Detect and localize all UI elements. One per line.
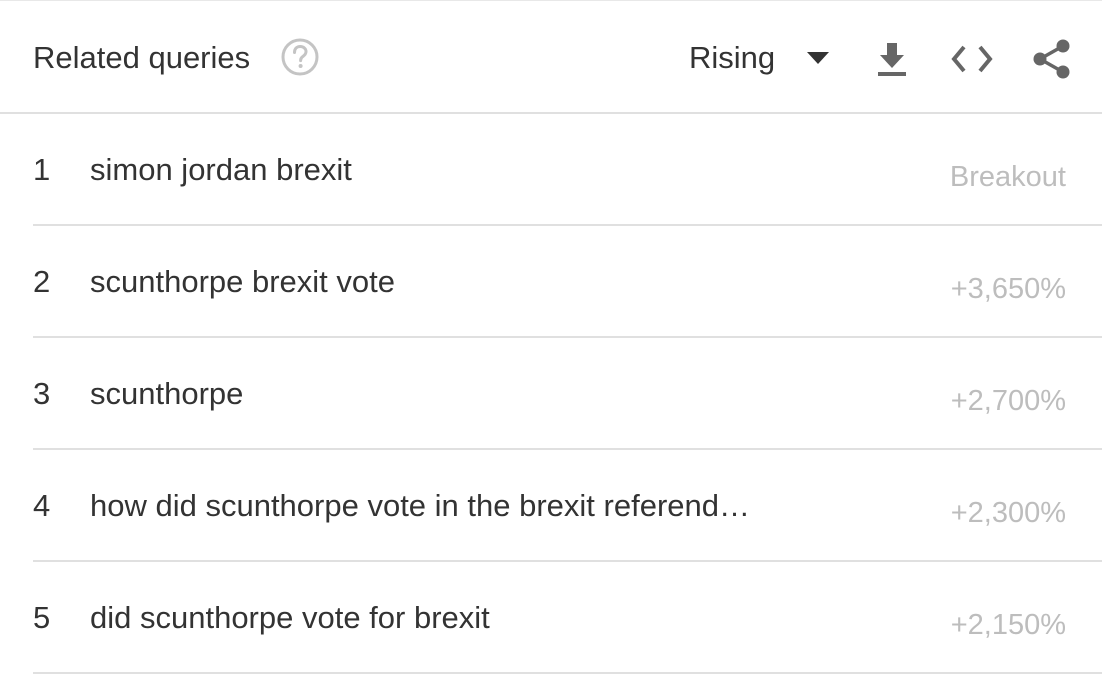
query-rank: 2 bbox=[33, 264, 51, 299]
rising-filter-dropdown[interactable]: Rising bbox=[680, 35, 840, 81]
widget-header: Related queries Rising bbox=[0, 1, 1102, 114]
widget-title: Related queries bbox=[33, 40, 251, 75]
query-value: Breakout bbox=[949, 161, 1066, 193]
query-value: +3,650% bbox=[950, 273, 1066, 305]
query-list: 1 simon jordan brexit Breakout 2 scuntho… bbox=[0, 114, 1102, 674]
query-row[interactable]: 3 scunthorpe +2,700% bbox=[33, 338, 1102, 450]
help-circle-icon[interactable] bbox=[280, 37, 320, 77]
query-row[interactable]: 5 did scunthorpe vote for brexit +2,150% bbox=[33, 562, 1102, 674]
query-row[interactable]: 4 how did scunthorpe vote in the brexit … bbox=[33, 450, 1102, 562]
caret-down-icon bbox=[807, 52, 829, 64]
query-text[interactable]: scunthorpe bbox=[90, 375, 243, 413]
query-text[interactable]: how did scunthorpe vote in the brexit re… bbox=[90, 487, 750, 525]
query-text[interactable]: simon jordan brexit bbox=[90, 151, 352, 189]
query-value: +2,150% bbox=[950, 609, 1066, 641]
embed-code-icon[interactable] bbox=[950, 39, 994, 79]
query-value: +2,700% bbox=[950, 385, 1066, 417]
query-row[interactable]: 2 scunthorpe brexit vote +3,650% bbox=[33, 226, 1102, 338]
query-rank: 3 bbox=[33, 376, 51, 411]
query-rank: 4 bbox=[33, 488, 51, 523]
query-row[interactable]: 1 simon jordan brexit Breakout bbox=[33, 114, 1102, 226]
query-value: +2,300% bbox=[950, 497, 1066, 529]
query-rank: 5 bbox=[33, 600, 51, 635]
query-text[interactable]: scunthorpe brexit vote bbox=[90, 263, 395, 301]
share-icon[interactable] bbox=[1030, 37, 1074, 81]
download-icon[interactable] bbox=[872, 39, 912, 79]
query-rank: 1 bbox=[33, 152, 51, 187]
filter-selected-value: Rising bbox=[689, 40, 776, 75]
related-queries-widget: Related queries Rising 1 simon jordan br… bbox=[0, 0, 1102, 698]
query-text[interactable]: did scunthorpe vote for brexit bbox=[90, 599, 490, 637]
